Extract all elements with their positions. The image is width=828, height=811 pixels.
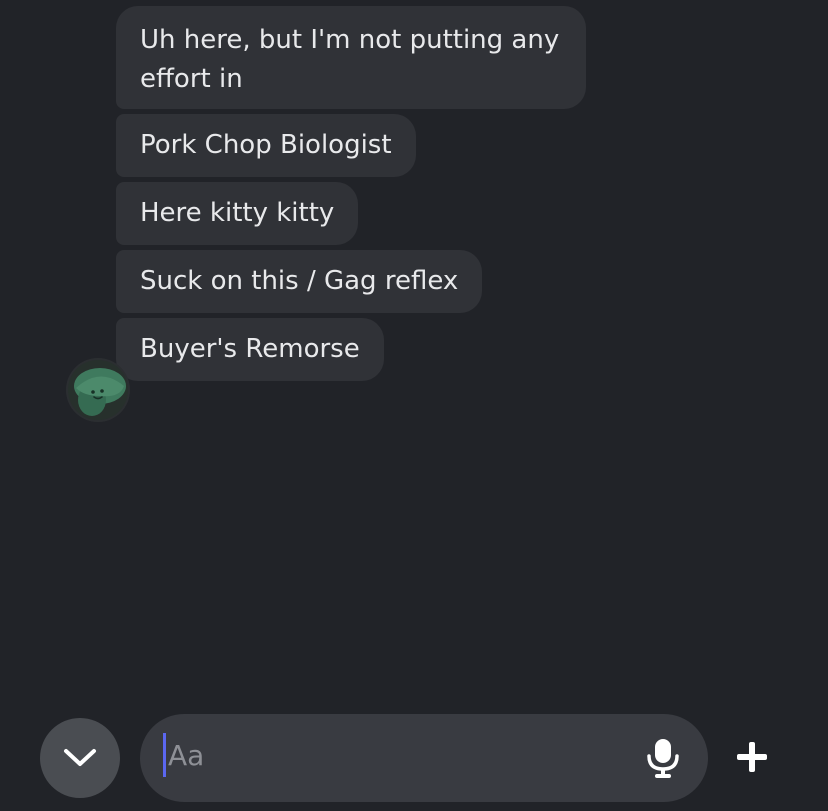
message-group: Uh here, but I'm not putting any effort … — [116, 6, 586, 381]
message-bubble[interactable]: Uh here, but I'm not putting any effort … — [116, 6, 586, 109]
message-composer: Aa — [0, 700, 828, 811]
message-bubble[interactable]: Buyer's Remorse — [116, 318, 384, 381]
message-bubble[interactable]: Pork Chop Biologist — [116, 114, 416, 177]
avatar[interactable] — [66, 358, 130, 422]
message-input[interactable]: Aa — [140, 714, 708, 802]
message-bubble[interactable]: Here kitty kitty — [116, 182, 359, 245]
scroll-down-button[interactable] — [40, 718, 120, 798]
chat-screen: Uh here, but I'm not putting any effort … — [0, 0, 828, 811]
message-bubble[interactable]: Suck on this / Gag reflex — [116, 250, 483, 313]
message-input-placeholder: Aa — [168, 739, 205, 772]
plus-icon[interactable] — [735, 740, 769, 774]
microphone-icon[interactable] — [646, 738, 680, 778]
text-caret — [163, 733, 166, 777]
chevron-down-icon — [64, 749, 96, 766]
